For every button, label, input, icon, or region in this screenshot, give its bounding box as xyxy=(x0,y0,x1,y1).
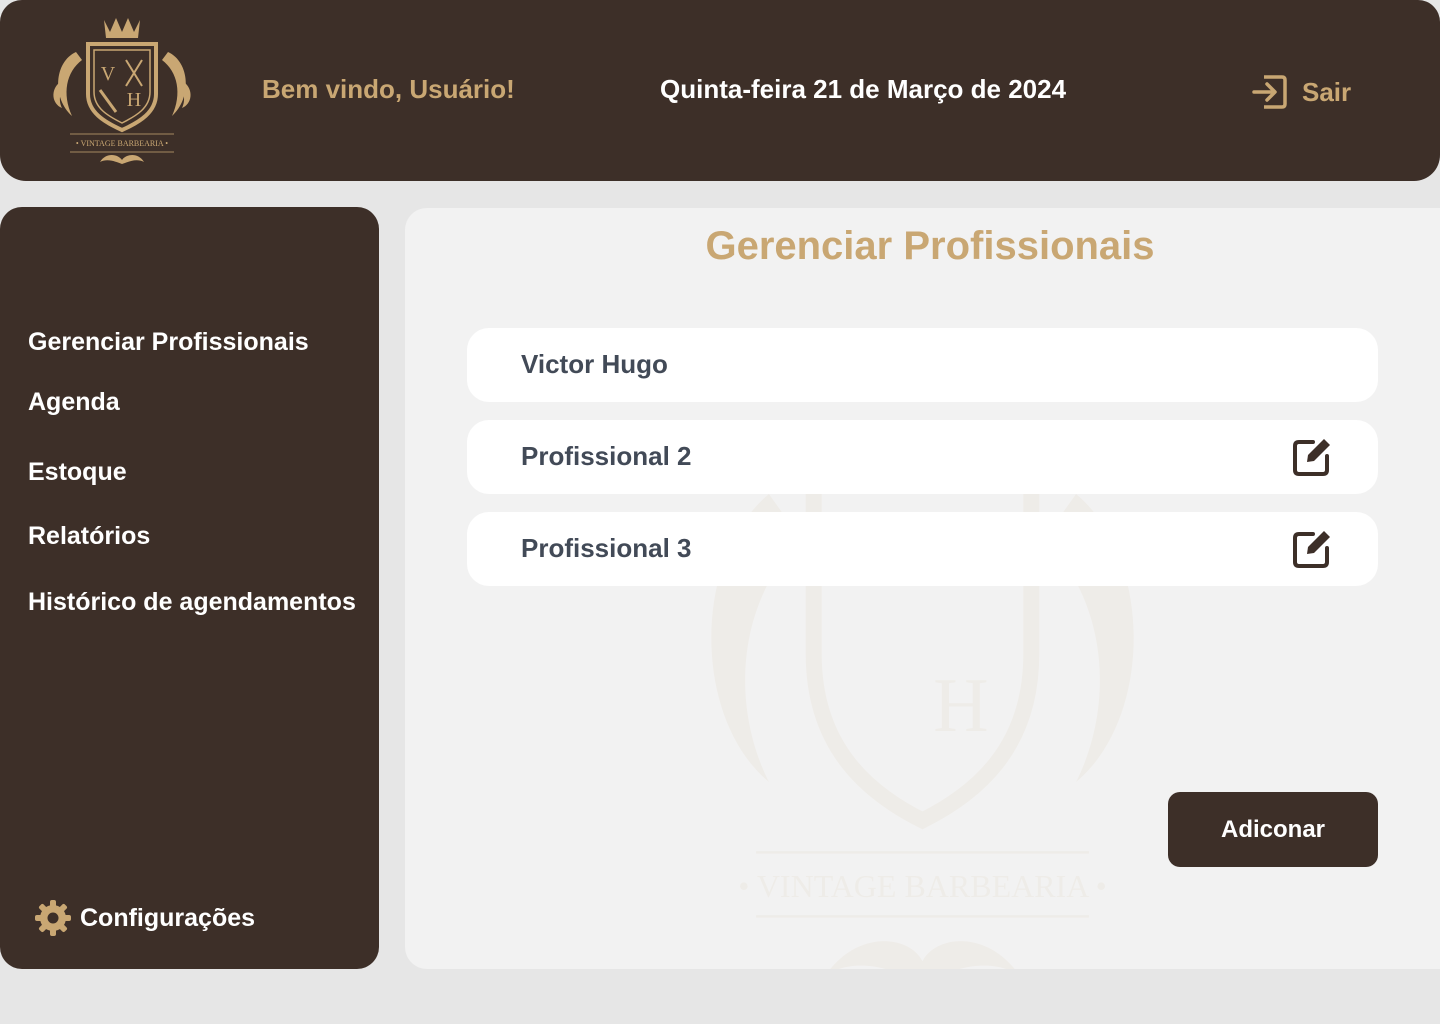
svg-text:• VINTAGE BARBEARIA •: • VINTAGE BARBEARIA • xyxy=(76,139,168,148)
settings-button[interactable]: Configurações xyxy=(34,899,255,937)
page-title: Gerenciar Profissionais xyxy=(705,224,1155,268)
sidebar-item-historico[interactable]: Histórico de agendamentos xyxy=(28,588,356,617)
sidebar-item-relatorios[interactable]: Relatórios xyxy=(28,522,150,551)
professional-name: Profissional 2 xyxy=(521,441,692,471)
barbershop-logo: V H • VINTAGE BARBEARIA • xyxy=(53,18,191,164)
settings-label: Configurações xyxy=(80,903,256,932)
sidebar-item-agenda[interactable]: Agenda xyxy=(28,388,120,417)
logout-label: Sair xyxy=(1302,76,1352,107)
professional-row[interactable]: Profissional 2 xyxy=(467,420,1378,494)
svg-text:• VINTAGE BARBEARIA •: • VINTAGE BARBEARIA • xyxy=(738,868,1107,904)
edit-icon[interactable] xyxy=(1291,436,1333,478)
logout-button[interactable]: Sair xyxy=(1250,72,1351,112)
logout-icon xyxy=(1252,75,1287,109)
current-date: Quinta-feira 21 de Março de 2024 xyxy=(660,74,1067,104)
gear-icon xyxy=(35,900,71,936)
professional-row[interactable]: Profissional 3 xyxy=(467,512,1378,586)
add-professional-button[interactable]: Adiconar xyxy=(1168,792,1378,867)
svg-text:V: V xyxy=(101,63,116,85)
welcome-message: Bem vindo, Usuário! xyxy=(262,74,515,104)
svg-text:H: H xyxy=(933,663,988,748)
top-header: V H • VINTAGE BARBEARIA • Bem vindo, Usu… xyxy=(0,0,1440,181)
sidebar-item-gerenciar-profissionais[interactable]: Gerenciar Profissionais xyxy=(28,328,309,357)
professional-name: Victor Hugo xyxy=(521,349,668,379)
sidebar-item-estoque[interactable]: Estoque xyxy=(28,458,127,487)
edit-icon[interactable] xyxy=(1291,528,1333,570)
main-panel: H • VINTAGE BARBEARIA • Gerenciar Profis… xyxy=(405,208,1440,969)
sidebar: Gerenciar Profissionais Agenda Estoque R… xyxy=(0,207,379,969)
professional-name: Profissional 3 xyxy=(521,533,692,563)
svg-text:H: H xyxy=(127,89,141,111)
professional-row[interactable]: Victor Hugo xyxy=(467,328,1378,402)
